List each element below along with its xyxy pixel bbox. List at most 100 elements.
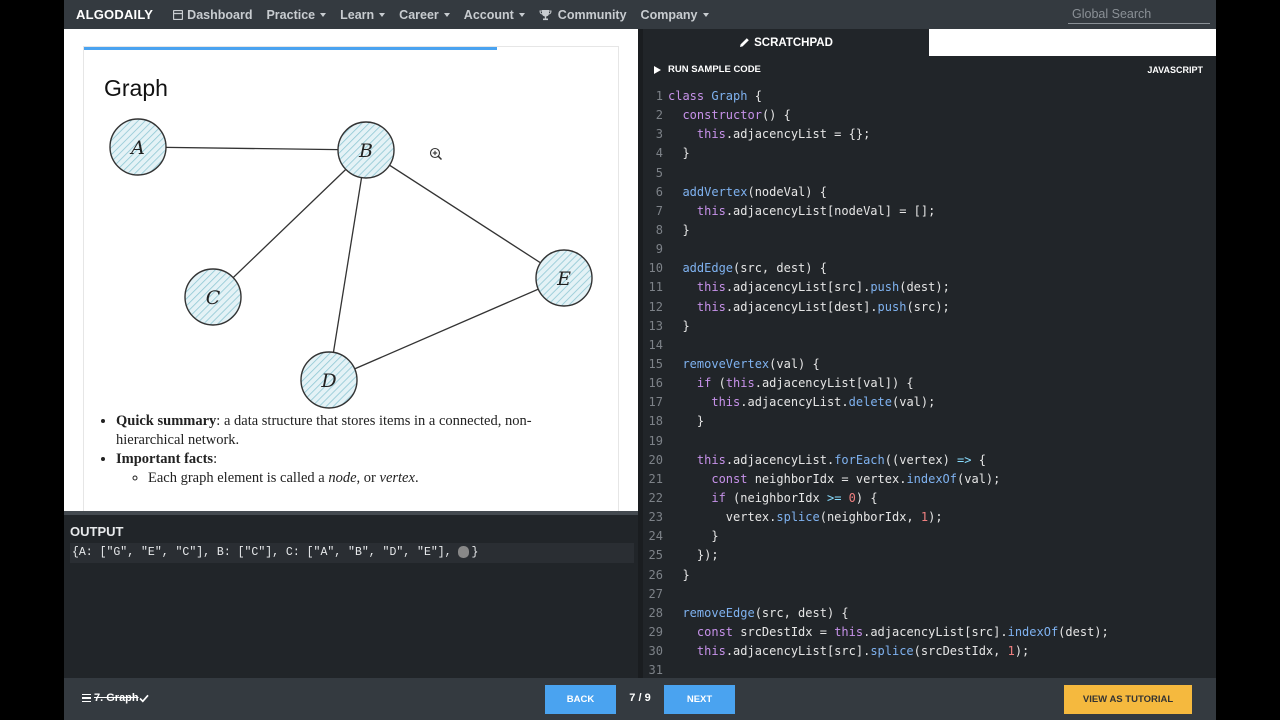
line-number: 8 xyxy=(655,222,663,237)
line-number: 30 xyxy=(648,644,663,659)
line-number: 16 xyxy=(648,376,663,391)
code-line[interactable]: 12 this.adjacencyList[dest].push(src); xyxy=(643,298,1216,317)
code-text: this.adjacencyList.forEach((vertex) => { xyxy=(696,452,986,467)
line-number: 10 xyxy=(648,261,663,276)
chevron-down-icon xyxy=(320,12,327,17)
code-line[interactable]: 24 } xyxy=(643,527,1216,546)
code-line[interactable]: 18 } xyxy=(643,412,1216,431)
code-line[interactable]: 17 this.adjacencyList.delete(val); xyxy=(643,393,1216,412)
code-line[interactable]: 21 const neighborIdx = vertex.indexOf(va… xyxy=(643,470,1216,489)
code-line[interactable]: 26 } xyxy=(643,566,1216,585)
tab-scratchpad-label: SCRATCHPAD xyxy=(754,36,833,49)
chevron-down-icon xyxy=(443,12,450,17)
play-icon xyxy=(654,65,661,74)
scratchpad-tabs: SCRATCHPAD xyxy=(643,29,1216,56)
checkmark-icon xyxy=(139,694,149,703)
code-text: class Graph { xyxy=(668,89,762,103)
lesson-name: 7. Graph xyxy=(94,692,139,704)
app-frame: ALGODAILY Dashboard Practice Learn Caree… xyxy=(64,0,1216,720)
line-number: 21 xyxy=(648,471,663,486)
code-line[interactable]: 8 } xyxy=(643,221,1216,240)
code-editor[interactable]: RUN SAMPLE CODE JAVASCRIPT 1 class Graph … xyxy=(643,56,1216,678)
code-line[interactable]: 9 xyxy=(643,240,1216,259)
dashboard-icon xyxy=(173,9,184,20)
code-line[interactable]: 3 this.adjacencyList = {}; xyxy=(643,125,1216,144)
nav-dashboard[interactable]: Dashboard xyxy=(173,8,252,22)
output-panel: OUTPUT {A: ["G", "E", "C"], B: ["C"], C:… xyxy=(64,511,638,678)
zoom-in-icon[interactable] xyxy=(429,147,443,161)
code-line[interactable]: 30 this.adjacencyList[src].splice(srcDes… xyxy=(643,642,1216,661)
code-text: removeEdge(src, dest) { xyxy=(682,605,849,620)
code-text: this.adjacencyList = {}; xyxy=(696,127,871,142)
code-line[interactable]: 14 xyxy=(643,336,1216,355)
line-number: 31 xyxy=(648,663,663,678)
line-number: 22 xyxy=(648,490,663,505)
language-label[interactable]: JAVASCRIPT xyxy=(1147,65,1203,75)
code-text: this.adjacencyList[dest].push(src); xyxy=(696,299,950,314)
code-line[interactable]: 19 xyxy=(643,432,1216,451)
summary-heading-quick: Quick summary xyxy=(116,413,217,429)
next-button[interactable]: NEXT xyxy=(664,685,735,714)
graph-illustration: A B C D E xyxy=(109,118,593,409)
code-line[interactable]: 10 addEdge(src, dest) { xyxy=(643,259,1216,278)
code-line[interactable]: 5 xyxy=(643,164,1216,183)
code-text: this.adjacencyList[src].push(dest); xyxy=(696,280,950,295)
line-number: 28 xyxy=(648,605,663,620)
line-number: 15 xyxy=(648,356,663,371)
line-number: 23 xyxy=(648,510,663,525)
nav-account[interactable]: Account xyxy=(464,8,525,22)
brand-logo[interactable]: ALGODAILY xyxy=(76,7,153,22)
code-line[interactable]: 23 vertex.splice(neighborIdx, 1); xyxy=(643,508,1216,527)
code-line[interactable]: 27 xyxy=(643,585,1216,604)
node-c-label: C xyxy=(206,287,221,309)
code-line[interactable]: 6 addVertex(nodeVal) { xyxy=(643,183,1216,202)
code-line[interactable]: 13 } xyxy=(643,317,1216,336)
code-text: if (this.adjacencyList[val]) { xyxy=(696,376,914,391)
code-line[interactable]: 4 } xyxy=(643,144,1216,163)
line-number: 11 xyxy=(648,280,663,295)
line-number: 26 xyxy=(648,567,663,582)
fact-text: , or xyxy=(356,470,380,486)
code-lines[interactable]: 1 class Graph {2 constructor() {3 this.ad… xyxy=(643,87,1216,678)
code-line[interactable]: 7 this.adjacencyList[nodeVal] = []; xyxy=(643,202,1216,221)
code-line[interactable]: 1 class Graph { xyxy=(643,87,1216,106)
chevron-down-icon xyxy=(518,12,525,17)
edge-b-c xyxy=(212,149,367,298)
code-text: this.adjacencyList.delete(val); xyxy=(711,395,936,410)
nav-practice[interactable]: Practice xyxy=(266,8,327,22)
code-line[interactable]: 29 const srcDestIdx = this.adjacencyList… xyxy=(643,623,1216,642)
code-text: } xyxy=(668,567,690,582)
node-d-label: D xyxy=(320,370,336,392)
view-as-tutorial-button[interactable]: VIEW AS TUTORIAL xyxy=(1064,685,1192,714)
global-search-input[interactable] xyxy=(1068,5,1210,24)
pencil-icon xyxy=(740,38,749,47)
code-line[interactable]: 22 if (neighborIdx >= 0) { xyxy=(643,489,1216,508)
nav-learn[interactable]: Learn xyxy=(340,7,386,22)
back-button[interactable]: BACK xyxy=(545,685,616,714)
nav-learn-label: Learn xyxy=(340,7,375,22)
fact-term-vertex: vertex xyxy=(379,470,415,486)
line-number: 29 xyxy=(648,624,663,639)
nav-career[interactable]: Career xyxy=(399,8,450,22)
code-text: addEdge(src, dest) { xyxy=(682,261,827,276)
code-text: constructor() { xyxy=(682,108,791,123)
code-line[interactable]: 2 constructor() { xyxy=(643,106,1216,125)
nav-company[interactable]: Company xyxy=(641,8,709,22)
code-line[interactable]: 25 }); xyxy=(643,546,1216,565)
line-number: 7 xyxy=(655,203,663,218)
line-number: 3 xyxy=(655,127,663,142)
code-line[interactable]: 31 xyxy=(643,661,1216,678)
run-sample-code-button[interactable]: RUN SAMPLE CODE xyxy=(654,64,761,75)
line-number: 1 xyxy=(655,89,663,103)
code-line[interactable]: 16 if (this.adjacencyList[val]) { xyxy=(643,374,1216,393)
code-line[interactable]: 28 removeEdge(src, dest) { xyxy=(643,604,1216,623)
code-line[interactable]: 11 this.adjacencyList[src].push(dest); xyxy=(643,278,1216,297)
code-line[interactable]: 15 removeVertex(val) { xyxy=(643,355,1216,374)
node-e-label: E xyxy=(556,268,571,290)
code-line[interactable]: 20 this.adjacencyList.forEach((vertex) =… xyxy=(643,451,1216,470)
summary-heading-facts: Important facts xyxy=(116,451,214,467)
tab-scratchpad[interactable]: SCRATCHPAD xyxy=(643,29,929,56)
line-number: 20 xyxy=(648,452,663,467)
nav-community[interactable]: Community xyxy=(539,8,627,22)
lesson-menu-toggle[interactable]: 7. Graph xyxy=(82,692,149,704)
